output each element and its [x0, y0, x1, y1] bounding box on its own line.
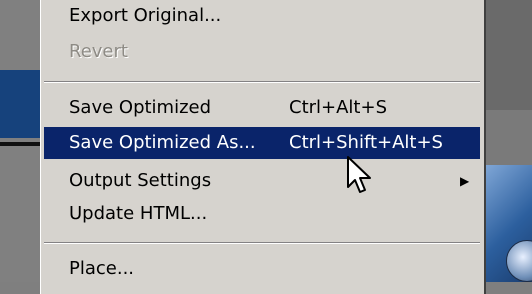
menu-item-shortcut: Ctrl+Alt+S: [289, 97, 387, 118]
menu-item-label: Update HTML...: [69, 203, 208, 224]
menu-separator: [44, 242, 480, 244]
menu-item-output-settings[interactable]: Output Settings ▶: [44, 165, 480, 197]
menu-item-label: Save Optimized: [69, 97, 212, 118]
menu-item-update-html[interactable]: Update HTML...: [44, 198, 480, 230]
menu-item-label: Save Optimized As...: [69, 132, 256, 153]
submenu-arrow-icon: ▶: [460, 174, 470, 188]
menu-item-label: Output Settings: [69, 170, 212, 191]
menu-item-save-optimized[interactable]: Save Optimized Ctrl+Alt+S: [44, 92, 480, 124]
menu-item-label: Revert: [69, 41, 128, 62]
menu-item-place[interactable]: Place...: [44, 253, 480, 285]
menu-item-revert: Revert: [44, 36, 480, 68]
file-dropdown-menu: Export Original... Revert Save Optimized…: [40, 0, 486, 294]
menu-item-label: Export Original...: [69, 5, 222, 26]
menu-item-label: Place...: [69, 258, 135, 279]
background-left-selection: [0, 70, 40, 138]
menu-item-save-optimized-as[interactable]: Save Optimized As... Ctrl+Shift+Alt+S: [44, 127, 480, 159]
menu-item-export-original[interactable]: Export Original...: [44, 0, 480, 32]
menu-separator: [44, 81, 480, 83]
mouse-pointer-icon: [347, 156, 371, 193]
background-left-divider: [0, 142, 40, 146]
background-right-top: [486, 0, 532, 110]
background-left-panel: [0, 0, 40, 282]
